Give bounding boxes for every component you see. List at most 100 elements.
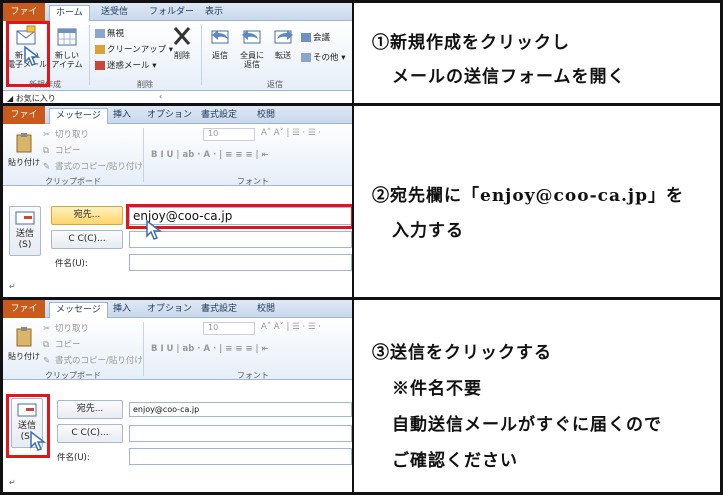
tab-insert[interactable]: 挿入 — [107, 302, 137, 318]
tab-file[interactable]: ファイル — [3, 300, 45, 332]
cc-button[interactable]: C C(C)... — [51, 230, 123, 249]
font-style-buttons[interactable]: B I U | ab · A · | ≡ ≡ ≡ | ⇤ — [151, 344, 269, 354]
step1-line1: ①新規作成をクリックし — [372, 33, 570, 53]
cut-button[interactable]: ✂ 切り取り — [43, 322, 89, 334]
brush-icon: ✎ — [43, 162, 51, 172]
to-button[interactable]: 宛先... — [57, 400, 123, 419]
scissors-icon: ✂ — [43, 324, 51, 334]
font-style-buttons[interactable]: B I U | ab · A · | ≡ ≡ ≡ | ⇤ — [151, 150, 269, 160]
forward-button[interactable]: 転送 — [269, 25, 297, 60]
subject-label: 件名(U): — [57, 453, 90, 463]
outlook-home-ribbon-screenshot: ファイル ホーム 送受信 フォルダー 表示 新しい 電子メール 新しい アイテム… — [3, 3, 352, 103]
compose-window-screenshot-to-field: ファイル メッセージ 挿入 オプション 書式設定 校閲 貼り付け ✂切り取り ⧉… — [3, 106, 352, 297]
step3-line3: 自動送信メールがすぐに届くので — [392, 415, 662, 435]
reply-all-button[interactable]: 全員に 返信 — [237, 25, 267, 69]
paste-button[interactable]: 貼り付け — [7, 132, 41, 167]
tab-format[interactable]: 書式設定 — [195, 302, 243, 318]
compose-window-screenshot-send: ファイル メッセージ 挿入 オプション 書式設定 校閲 貼り付け ✂切り取り ⧉… — [3, 300, 352, 492]
format-painter-button[interactable]: ✎ 書式のコピー/貼り付け — [43, 160, 143, 172]
font-grow-shrink-buttons[interactable]: A˄ A˅ | ☰ · ☰ · — [261, 128, 321, 138]
paste-button[interactable]: 貼り付け — [7, 326, 41, 361]
mouse-pointer-icon — [30, 430, 47, 451]
group-label-delete: 削除 — [137, 80, 153, 89]
meeting-button[interactable]: 会議 — [301, 31, 330, 43]
copy-button[interactable]: ⧉ コピー — [43, 338, 81, 350]
more-icon — [301, 53, 311, 62]
font-size-select[interactable]: 10 — [203, 128, 255, 141]
step1-line2: メールの送信フォームを開く — [392, 67, 626, 87]
calendar-icon — [57, 28, 77, 46]
copy-icon: ⧉ — [43, 146, 50, 156]
meeting-icon — [301, 33, 311, 42]
reply-icon — [211, 30, 229, 44]
cleanup-button[interactable]: クリーンアップ ▾ — [95, 43, 173, 55]
tab-file[interactable]: ファイル — [3, 106, 45, 138]
mouse-pointer-icon — [146, 219, 163, 240]
ignore-icon — [95, 29, 105, 38]
group-separator — [143, 322, 144, 376]
cleanup-icon — [95, 45, 105, 54]
group-label-font: フォント — [237, 177, 269, 186]
home-ribbon: 新しい 電子メール 新しい アイテム 無視 クリーンアップ ▾ 迷惑メール ▾ … — [3, 21, 352, 91]
group-label-clipboard: クリップボード — [45, 177, 101, 186]
group-separator — [201, 25, 202, 85]
tab-format[interactable]: 書式設定 — [195, 108, 243, 124]
tab-options[interactable]: オプション — [141, 302, 198, 318]
step3-line4: ご確認ください — [392, 451, 518, 471]
forward-icon — [274, 30, 293, 44]
tab-review[interactable]: 校閲 — [251, 108, 281, 124]
column-divider — [352, 0, 354, 495]
body-paragraph-mark: ↵ — [9, 478, 16, 487]
paste-clipboard-icon — [16, 327, 32, 347]
group-label-respond: 返信 — [267, 80, 283, 89]
subject-field[interactable] — [129, 448, 352, 465]
to-button[interactable]: 宛先... — [51, 206, 123, 225]
to-field[interactable]: enjoy@coo-ca.jp — [129, 402, 352, 417]
compose-tab-bar: ファイル メッセージ 挿入 オプション 書式設定 校閲 — [3, 300, 352, 332]
tab-options[interactable]: オプション — [141, 108, 198, 124]
tab-file[interactable]: ファイル — [3, 3, 45, 35]
paste-clipboard-icon — [16, 133, 32, 153]
tab-message[interactable]: メッセージ — [49, 108, 108, 124]
reply-all-icon — [242, 30, 261, 44]
tab-home[interactable]: ホーム — [49, 5, 90, 21]
cc-button[interactable]: C C(C)... — [57, 424, 123, 443]
message-ribbon: 貼り付け ✂ 切り取り ⧉ コピー ✎ 書式のコピー/貼り付け 10 A˄ A˅ | … — [3, 318, 352, 380]
compose-tab-bar: ファイル メッセージ 挿入 オプション 書式設定 校閲 — [3, 106, 352, 138]
tab-folder[interactable]: フォルダー — [143, 5, 200, 21]
new-items-button[interactable]: 新しい アイテム — [51, 25, 83, 69]
reply-button[interactable]: 返信 — [205, 25, 235, 60]
tab-insert[interactable]: 挿入 — [107, 108, 137, 124]
junk-button[interactable]: 迷惑メール ▾ — [95, 59, 156, 71]
send-envelope-icon — [15, 211, 35, 225]
tab-review[interactable]: 校閲 — [251, 302, 281, 318]
font-size-select[interactable]: 10 — [203, 322, 255, 335]
group-separator — [89, 25, 90, 85]
mouse-pointer-icon — [24, 45, 41, 66]
step2-line2: 入力する — [392, 221, 464, 241]
copy-button[interactable]: ⧉ コピー — [43, 144, 81, 156]
step2-line1: ②宛先欄に「enjoy@coo-ca.jp」を — [372, 186, 684, 206]
ribbon-tab-bar: ファイル ホーム 送受信 フォルダー 表示 — [3, 3, 352, 35]
format-painter-button[interactable]: ✎ 書式のコピー/貼り付け — [43, 354, 143, 366]
ignore-button[interactable]: 無視 — [95, 27, 124, 39]
font-grow-shrink-buttons[interactable]: A˄ A˅ | ☰ · ☰ · — [261, 322, 321, 332]
step3-line1: ③送信をクリックする — [372, 343, 552, 363]
group-label-font: フォント — [237, 371, 269, 380]
delete-button[interactable]: 削除 — [167, 25, 197, 60]
tab-send-receive[interactable]: 送受信 — [95, 5, 134, 21]
delete-x-icon — [173, 27, 191, 45]
cc-field[interactable] — [129, 425, 352, 442]
send-button[interactable]: 送信 (S) — [9, 206, 41, 256]
subject-field[interactable] — [129, 254, 352, 271]
cut-button[interactable]: ✂ 切り取り — [43, 128, 89, 140]
tab-view[interactable]: 表示 — [199, 5, 229, 21]
tab-message[interactable]: メッセージ — [49, 302, 108, 318]
step3-line2: ※件名不要 — [392, 379, 482, 399]
more-respond-button[interactable]: その他 ▾ — [301, 51, 345, 63]
collapse-chevron-icon[interactable]: ‹ — [159, 92, 162, 101]
brush-icon: ✎ — [43, 356, 51, 366]
subject-label: 件名(U): — [55, 259, 88, 269]
body-paragraph-mark: ↵ — [9, 282, 16, 291]
favorites-header[interactable]: ◢ お気に入り — [7, 93, 56, 103]
